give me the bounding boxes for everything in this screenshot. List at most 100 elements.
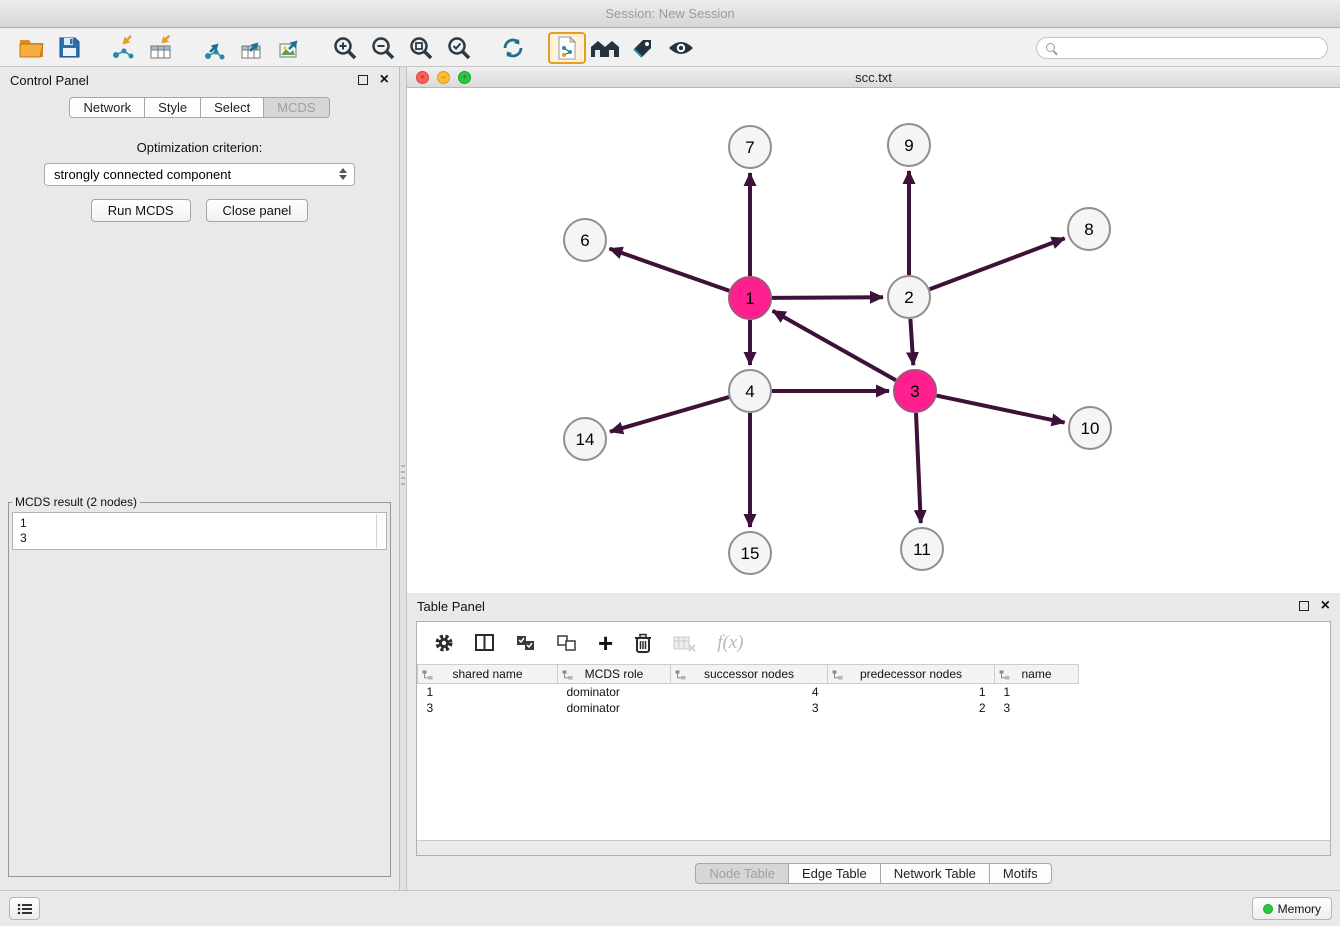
table-toolbar: + (417, 622, 1330, 664)
optimization-criterion-label: Optimization criterion: (0, 140, 399, 155)
tab-style[interactable]: Style (144, 97, 201, 118)
float-panel-icon[interactable] (358, 75, 368, 85)
table-row[interactable]: 3dominator323 (418, 700, 1079, 716)
list-icon (17, 903, 33, 915)
graph-node-8[interactable]: 8 (1068, 208, 1110, 250)
control-panel-title: Control Panel (10, 73, 89, 88)
refresh-network-icon[interactable] (494, 32, 532, 64)
panel-list-button[interactable] (9, 897, 40, 920)
apply-style-icon[interactable] (624, 32, 662, 64)
column-header-predecessor-nodes[interactable]: predecessor nodes (828, 665, 995, 684)
column-header-shared-name[interactable]: shared name (418, 665, 558, 684)
tab-select[interactable]: Select (200, 97, 264, 118)
graph-node-3[interactable]: 3 (894, 370, 936, 412)
graph-node-9[interactable]: 9 (888, 124, 930, 166)
memory-label: Memory (1278, 902, 1321, 916)
float-table-panel-icon[interactable] (1299, 601, 1309, 611)
column-header-successor-nodes[interactable]: successor nodes (671, 665, 828, 684)
export-network-icon[interactable] (196, 32, 234, 64)
column-sort-icon (422, 669, 433, 683)
zoom-out-icon[interactable] (364, 32, 402, 64)
save-session-icon[interactable] (50, 32, 88, 64)
delete-column-trash-icon[interactable] (634, 633, 652, 653)
zoom-in-icon[interactable] (326, 32, 364, 64)
column-sort-icon (999, 669, 1010, 683)
criterion-dropdown[interactable]: strongly connected component (44, 163, 355, 186)
delete-table-icon (673, 635, 696, 652)
edge-3-10[interactable] (937, 396, 1065, 423)
svg-text:6: 6 (580, 231, 589, 250)
svg-text:7: 7 (745, 138, 754, 157)
application-window: Session: New Session (0, 0, 1340, 926)
svg-text:8: 8 (1084, 220, 1093, 239)
network-view-window: × − + scc.txt 7 9 6 8 1 2 4 3 14 10 15 11 (407, 67, 1340, 593)
edge-2-8[interactable] (930, 238, 1065, 289)
close-panel-icon[interactable]: × (380, 75, 389, 85)
graph-node-11[interactable]: 11 (901, 528, 943, 570)
result-scrollbar[interactable] (376, 514, 385, 548)
column-header-name[interactable]: name (995, 665, 1079, 684)
graph-node-1[interactable]: 1 (729, 277, 771, 319)
show-column-icon[interactable] (475, 634, 495, 652)
select-all-icon[interactable] (516, 635, 536, 652)
column-header-mcds-role[interactable]: MCDS role (558, 665, 671, 684)
search-input[interactable] (1061, 40, 1318, 56)
table-settings-gear-icon[interactable] (434, 633, 454, 653)
graph-node-14[interactable]: 14 (564, 418, 606, 460)
control-panel-tabs: NetworkStyleSelectMCDS (0, 97, 399, 118)
tab-network[interactable]: Network (69, 97, 145, 118)
add-column-icon[interactable]: + (598, 633, 613, 653)
import-table-icon[interactable] (142, 32, 180, 64)
network-document-icon[interactable] (548, 32, 586, 64)
criterion-dropdown-value: strongly connected component (54, 167, 231, 182)
graph-node-2[interactable]: 2 (888, 276, 930, 318)
run-mcds-button[interactable]: Run MCDS (91, 199, 191, 222)
search-field[interactable] (1036, 37, 1328, 59)
memory-button[interactable]: Memory (1252, 897, 1332, 920)
network-canvas[interactable]: 7 9 6 8 1 2 4 3 14 10 15 11 (407, 88, 1340, 592)
graph-node-4[interactable]: 4 (729, 370, 771, 412)
vertical-splitter[interactable] (400, 67, 407, 890)
network-window-titlebar[interactable]: × − + scc.txt (407, 67, 1340, 88)
edge-1-6[interactable] (610, 249, 730, 291)
deselect-all-icon[interactable] (557, 635, 577, 652)
home-icon[interactable] (586, 32, 624, 64)
control-panel: Control Panel × NetworkStyleSelectMCDS O… (0, 67, 400, 890)
close-window-icon[interactable]: × (416, 71, 429, 84)
zoom-window-icon[interactable]: + (458, 71, 471, 84)
table-tab-network-table[interactable]: Network Table (880, 863, 990, 884)
edge-4-14[interactable] (610, 397, 729, 432)
graph-node-15[interactable]: 15 (729, 532, 771, 574)
close-panel-button[interactable]: Close panel (206, 199, 309, 222)
mcds-result-line: 3 (20, 531, 379, 546)
svg-text:3: 3 (910, 382, 919, 401)
column-sort-icon (562, 669, 573, 683)
table-tab-node-table[interactable]: Node Table (695, 863, 789, 884)
network-graph: 7 9 6 8 1 2 4 3 14 10 15 11 (407, 88, 1340, 592)
open-file-icon[interactable] (12, 32, 50, 64)
node-table: shared nameMCDS rolesuccessor nodesprede… (417, 664, 1079, 716)
graph-node-10[interactable]: 10 (1069, 407, 1111, 449)
import-network-icon[interactable] (104, 32, 142, 64)
table-horizontal-scrollbar[interactable] (417, 840, 1330, 855)
graph-node-6[interactable]: 6 (564, 219, 606, 261)
table-tab-motifs[interactable]: Motifs (989, 863, 1052, 884)
minimize-window-icon[interactable]: − (437, 71, 450, 84)
table-tab-edge-table[interactable]: Edge Table (788, 863, 881, 884)
tab-mcds[interactable]: MCDS (263, 97, 329, 118)
edge-3-11[interactable] (916, 413, 921, 523)
zoom-fit-icon[interactable] (402, 32, 440, 64)
edge-2-3[interactable] (910, 319, 913, 365)
mcds-result-box: 13 (12, 512, 387, 550)
statusbar: Memory (0, 890, 1340, 926)
column-sort-icon (675, 669, 686, 683)
close-table-panel-icon[interactable]: × (1321, 601, 1330, 611)
table-row[interactable]: 1dominator411 (418, 684, 1079, 700)
zoom-selected-icon[interactable] (440, 32, 478, 64)
edge-3-1[interactable] (773, 311, 896, 380)
export-image-icon[interactable] (272, 32, 310, 64)
edge-1-2[interactable] (772, 297, 883, 298)
export-table-icon[interactable] (234, 32, 272, 64)
show-hide-eye-icon[interactable] (662, 32, 700, 64)
graph-node-7[interactable]: 7 (729, 126, 771, 168)
